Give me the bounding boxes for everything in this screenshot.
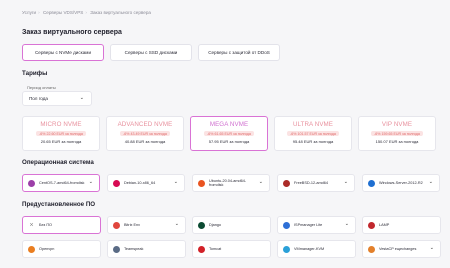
os-option-label: Ubuntu-20.04-amd64-fromdisk xyxy=(209,178,247,187)
tariff-discount-badge: -6% 101.57 EUR за полгода xyxy=(287,131,339,137)
tariff-card[interactable]: ADVANCED NVME -6% 43.49 EUR за полгода 40.… xyxy=(106,116,184,151)
tariff-price: 150.07 EUR за полгода xyxy=(375,139,419,145)
tariff-discount-badge: -6% 159.65 EUR за полгода xyxy=(371,131,423,137)
os-option-label: Windows-Server-2012-R2 xyxy=(379,180,423,185)
chevron-down-icon[interactable]: ⌄ xyxy=(429,179,433,185)
software-option-label: VMmanager-KVM xyxy=(294,246,325,251)
os-option[interactable]: Windows-Server-2012-R2 ⌄ xyxy=(362,174,440,192)
breadcrumb: Услуги › Серверы VDS/VPS › Заказ виртуальн… xyxy=(22,10,153,15)
chevron-down-icon[interactable]: ⌄ xyxy=(175,221,179,227)
software-option[interactable]: Teamspeak xyxy=(107,240,186,258)
django-icon xyxy=(198,221,205,229)
software-option[interactable]: LAMP xyxy=(362,216,441,234)
tariff-discount-badge: -6% 22.60 EUR за полгода xyxy=(36,131,86,137)
software-option-label: Без ПО xyxy=(39,222,52,227)
vestacp-icon xyxy=(368,245,375,253)
chevron-down-icon[interactable]: ⌄ xyxy=(345,221,349,227)
software-option[interactable]: Bitrix Env ⌄ xyxy=(107,216,186,234)
software-option-label: Teamspeak xyxy=(124,246,144,251)
os-option[interactable]: Debian-10-x86_64 ⌄ xyxy=(107,174,185,192)
page-title: Заказ виртуального сервера xyxy=(22,29,122,36)
os-list: CentOS-7-amd64-fromdisk ⌄ Debian-10-x86_64… xyxy=(22,174,440,192)
chevron-down-icon[interactable]: ⌄ xyxy=(259,179,263,185)
tariffs-heading: Тарифы xyxy=(22,70,48,77)
centos-icon xyxy=(28,179,35,187)
software-option-label: Openvpn xyxy=(39,246,55,251)
software-option-label: Tomcat xyxy=(209,246,222,251)
breadcrumb-item-vds[interactable]: Серверы VDS/VPS xyxy=(43,10,83,15)
chevron-down-icon[interactable]: ⌄ xyxy=(430,245,434,251)
tab-nvme-servers[interactable]: Серверы с NVMe дисками xyxy=(22,44,104,61)
tomcat-icon xyxy=(198,245,205,253)
breadcrumb-item-services[interactable]: Услуги xyxy=(22,10,36,15)
tariff-price: 40.88 EUR за полгода xyxy=(124,139,166,145)
tariff-price: 57.95 EUR за полгода xyxy=(208,139,250,145)
tab-ddos-servers[interactable]: Серверы с защитой от DDoS xyxy=(198,44,280,61)
ubuntu-icon xyxy=(198,179,205,187)
chevron-down-icon[interactable]: ⌄ xyxy=(174,179,178,185)
breadcrumb-separator: › xyxy=(38,10,40,15)
software-option[interactable]: VestaCP ещеchanges ⌄ xyxy=(362,240,441,258)
tariff-name: MEGA NVME xyxy=(209,121,249,128)
close-icon: × xyxy=(29,221,34,229)
tariff-name: ULTRA NVME xyxy=(292,121,334,128)
period-select[interactable]: Пол года ⌄ xyxy=(22,91,92,106)
tariff-name: MICRO NVME xyxy=(40,121,82,128)
os-option-label: CentOS-7-amd64-fromdisk xyxy=(39,180,85,185)
teamspeak-icon xyxy=(113,245,120,253)
bitrix-icon xyxy=(113,221,120,229)
os-option[interactable]: Ubuntu-20.04-amd64-fromdisk ⌄ xyxy=(192,174,270,192)
software-option[interactable]: × Без ПО xyxy=(22,216,101,234)
breadcrumb-item-current: Заказ виртуального сервера xyxy=(90,10,151,15)
openvpn-icon xyxy=(28,245,35,253)
tariff-discount-badge: -6% 61.65 EUR за полгода xyxy=(204,131,254,137)
software-list: × Без ПО Bitrix Env ⌄ Django ISPmanager Lite ⌄… xyxy=(22,216,441,258)
tariff-name: VIP NVME xyxy=(381,121,413,128)
ispmanager-icon xyxy=(283,221,290,229)
software-option[interactable]: ISPmanager Lite ⌄ xyxy=(277,216,356,234)
tariff-price: 20.65 EUR за полгода xyxy=(40,139,82,145)
tariff-card[interactable]: VIP NVME -6% 159.65 EUR за полгода 150.07 … xyxy=(358,116,436,151)
tariff-discount-badge: -6% 43.49 EUR за полгода xyxy=(120,131,170,137)
software-heading: Предустановленное ПО xyxy=(22,201,96,208)
os-option[interactable]: CentOS-7-amd64-fromdisk ⌄ xyxy=(22,174,100,192)
server-type-tabs: Серверы с NVMe дисками Серверы с SSD дис… xyxy=(22,44,280,61)
vmmanager-icon xyxy=(283,245,290,253)
chevron-down-icon: ⌄ xyxy=(79,95,84,101)
tariff-card[interactable]: ULTRA NVME -6% 101.57 EUR за полгода 95.48… xyxy=(274,116,352,151)
os-option-label: FreeBSD-12-amd64 xyxy=(294,180,328,185)
debian-icon xyxy=(113,179,120,187)
tariff-price: 95.48 EUR за полгода xyxy=(292,139,334,145)
windows-icon xyxy=(368,179,375,187)
lamp-icon xyxy=(368,221,375,229)
software-option-label: Bitrix Env xyxy=(124,222,141,227)
period-label: Период оплаты xyxy=(27,85,56,90)
tariff-card[interactable]: MICRO NVME -6% 22.60 EUR за полгода 20.65 … xyxy=(22,116,100,151)
period-value: Пол года xyxy=(29,96,48,101)
tariff-list: MICRO NVME -6% 22.60 EUR за полгода 20.65 … xyxy=(22,116,436,151)
chevron-down-icon[interactable]: ⌄ xyxy=(89,179,93,185)
os-option[interactable]: FreeBSD-12-amd64 ⌄ xyxy=(277,174,355,192)
tab-ssd-servers[interactable]: Серверы с SSD дисками xyxy=(110,44,192,61)
software-option-label: LAMP xyxy=(379,222,390,227)
chevron-down-icon[interactable]: ⌄ xyxy=(344,179,348,185)
tariff-card[interactable]: MEGA NVME -6% 61.65 EUR за полгода 57.95 E… xyxy=(190,116,268,151)
tariff-name: ADVANCED NVME xyxy=(117,121,173,128)
software-option[interactable]: Django xyxy=(192,216,271,234)
software-option-label: Django xyxy=(209,222,222,227)
freebsd-icon xyxy=(283,179,290,187)
software-option[interactable]: VMmanager-KVM xyxy=(277,240,356,258)
software-option[interactable]: Openvpn xyxy=(22,240,101,258)
software-option[interactable]: Tomcat xyxy=(192,240,271,258)
os-option-label: Debian-10-x86_64 xyxy=(124,180,156,185)
os-heading: Операционная система xyxy=(22,159,94,166)
software-option-label: VestaCP ещеchanges xyxy=(379,246,417,251)
software-option-label: ISPmanager Lite xyxy=(294,222,323,227)
breadcrumb-separator: › xyxy=(85,10,87,15)
